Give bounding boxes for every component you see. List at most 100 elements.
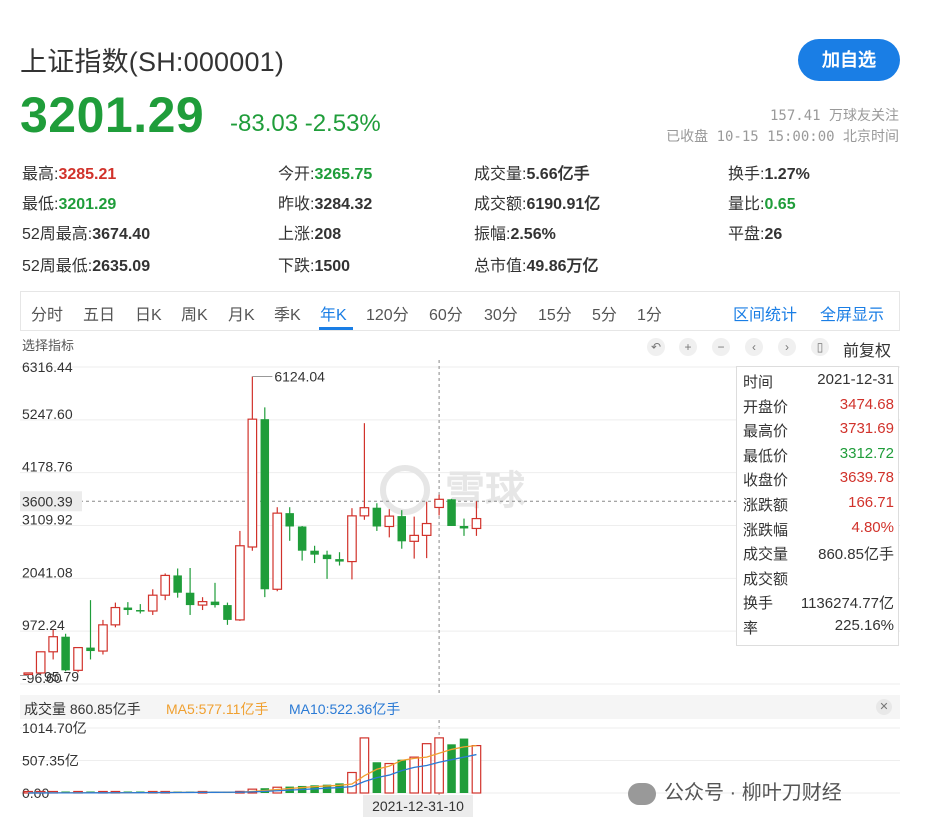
tooltip-value: 4.80% xyxy=(851,518,894,536)
stat-label: 总市值: xyxy=(474,258,527,275)
select-indicator-button[interactable]: 选择指标 xyxy=(22,335,74,354)
candle-body[interactable] xyxy=(123,607,133,611)
candle-body[interactable] xyxy=(359,507,370,517)
tab-1[interactable]: 五日 xyxy=(83,301,115,325)
stat-value: 6190.91亿 xyxy=(526,196,601,213)
stat-label: 上涨: xyxy=(278,226,315,243)
stat-label: 成交量: xyxy=(474,166,527,183)
candle-body[interactable] xyxy=(397,516,407,542)
candle-body[interactable] xyxy=(260,419,270,590)
tab-2[interactable]: 日K xyxy=(135,301,162,325)
candle-body[interactable] xyxy=(310,550,319,555)
scroll-left-icon[interactable]: ‹ xyxy=(745,338,763,356)
zoom-out-icon[interactable]: − xyxy=(712,338,730,356)
candle-body[interactable] xyxy=(285,513,294,527)
candle-body[interactable] xyxy=(48,636,59,653)
tab-9[interactable]: 30分 xyxy=(484,301,518,325)
volume-label: 成交量 860.85亿手 xyxy=(24,701,141,717)
candle-body[interactable] xyxy=(197,601,208,606)
tooltip-row: 开盘价 3474.68 xyxy=(743,396,894,417)
volume-bar[interactable] xyxy=(447,744,456,793)
candle-body[interactable] xyxy=(322,554,332,560)
tab-3[interactable]: 周K xyxy=(181,301,208,325)
tooltip-row: 成交量 860.85亿手 xyxy=(743,543,894,564)
stat-label: 52周最低: xyxy=(22,258,93,275)
tab-7[interactable]: 120分 xyxy=(366,301,409,325)
volume-bar[interactable] xyxy=(434,737,444,794)
candle-body[interactable] xyxy=(384,515,395,528)
candle-body[interactable] xyxy=(447,499,456,526)
candle-body[interactable] xyxy=(421,522,432,536)
tooltip-value: 166.71 xyxy=(848,494,894,511)
candle-body[interactable] xyxy=(86,647,95,652)
stat-label: 今开: xyxy=(278,166,315,183)
candle-body[interactable] xyxy=(73,646,83,671)
range-stats-link[interactable]: 区间统计 xyxy=(733,301,797,325)
tooltip-value: 1136274.77亿 xyxy=(800,595,894,613)
current-price: 3201.29 xyxy=(20,87,205,143)
candle-body[interactable] xyxy=(335,559,344,562)
stock-title: 上证指数(SH:000001) xyxy=(20,47,285,77)
candle-body[interactable] xyxy=(23,672,34,676)
stat-value: 1500 xyxy=(314,258,351,275)
period-tabs: 分时 五日 日K 周K 月K 季K 年K 120分 60分 30分 15分 5分 1分 区间统计 全屏显示 xyxy=(20,291,900,331)
scroll-right-icon[interactable]: › xyxy=(778,338,796,356)
tooltip-value: 860.85亿手 xyxy=(818,546,894,564)
candle-body[interactable] xyxy=(61,636,70,671)
candle-body[interactable] xyxy=(471,517,482,530)
tab-8[interactable]: 60分 xyxy=(429,301,463,325)
close-volume-icon[interactable]: ✕ xyxy=(876,699,892,715)
candle-body[interactable] xyxy=(98,624,108,652)
tab-4[interactable]: 月K xyxy=(228,301,255,325)
candle-body[interactable] xyxy=(347,515,357,563)
candle-body[interactable] xyxy=(434,498,444,509)
volume-bar[interactable] xyxy=(409,756,420,794)
volume-bar[interactable] xyxy=(384,762,395,794)
candle-body[interactable] xyxy=(272,512,283,590)
tooltip-row: 涨跌额 166.71 xyxy=(743,494,894,515)
candle-body[interactable] xyxy=(160,574,171,596)
tooltip-row: 收盘价 3639.78 xyxy=(743,469,894,490)
candle-body[interactable] xyxy=(235,545,245,621)
stat-value: 5.66亿手 xyxy=(526,166,590,183)
candle-body[interactable] xyxy=(459,525,469,529)
ma5-label: MA5:577.11亿手 xyxy=(166,701,269,717)
candle-body[interactable] xyxy=(247,418,258,548)
tab-11[interactable]: 5分 xyxy=(592,301,617,325)
tab-10[interactable]: 15分 xyxy=(538,301,572,325)
stat-value: 0.65 xyxy=(764,196,796,213)
max-annotation-label: 6124.04 xyxy=(274,369,325,385)
tooltip-value: 225.16% xyxy=(834,617,894,634)
volume-bar[interactable] xyxy=(471,744,482,794)
candle-type-icon[interactable]: ▯ xyxy=(811,338,829,356)
undo-icon[interactable]: ↶ xyxy=(647,338,665,356)
candle-body[interactable] xyxy=(372,507,382,527)
volume-bar[interactable] xyxy=(397,759,407,793)
add-watchlist-button[interactable]: 加自选 xyxy=(798,39,900,81)
stat-value: 3201.29 xyxy=(58,196,117,213)
candle-body[interactable] xyxy=(147,594,158,612)
tooltip-label: 涨跌额 xyxy=(743,497,789,514)
candle-body[interactable] xyxy=(110,606,121,626)
tab-0[interactable]: 分时 xyxy=(31,301,63,325)
fullscreen-link[interactable]: 全屏显示 xyxy=(820,301,884,325)
stat-item: 最高:3285.21 xyxy=(22,160,116,184)
tooltip-label: 时间 xyxy=(743,374,774,391)
stat-value: 1.27% xyxy=(764,166,810,183)
zoom-in-icon[interactable]: + xyxy=(679,338,697,356)
tab-12[interactable]: 1分 xyxy=(637,301,662,325)
volume-bar[interactable] xyxy=(359,737,370,794)
candle-body[interactable] xyxy=(297,526,307,551)
candle-body[interactable] xyxy=(409,534,420,542)
volume-bar[interactable] xyxy=(421,743,432,794)
stat-value: 3674.40 xyxy=(92,226,151,243)
stat-item: 52周最高:3674.40 xyxy=(22,220,150,244)
candle-body[interactable] xyxy=(173,575,182,593)
tab-6[interactable]: 年K xyxy=(320,301,347,325)
candle-body[interactable] xyxy=(210,601,220,606)
candle-body[interactable] xyxy=(185,592,195,606)
candle-body[interactable] xyxy=(223,605,232,620)
tab-5[interactable]: 季K xyxy=(274,301,301,325)
y-tick-label: 5247.60 xyxy=(22,406,73,422)
candle-body[interactable] xyxy=(136,610,145,612)
